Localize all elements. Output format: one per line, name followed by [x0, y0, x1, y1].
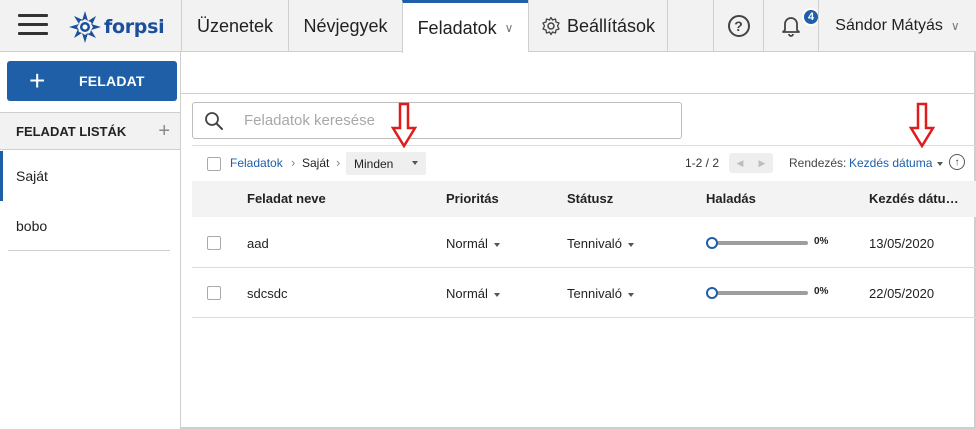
column-header-name[interactable]: Feladat neve [247, 191, 326, 206]
sort-direction-arrow-up-icon[interactable]: ↑ [949, 154, 965, 170]
start-date: 13/05/2020 [869, 236, 935, 251]
table-row[interactable]: aad Normál Tennivaló 0% 13/05/2020 [192, 218, 976, 268]
logo-text: forpsi [104, 16, 165, 38]
tab-label: Beállítások [566, 15, 656, 36]
task-lists-header: FELADAT LISTÁK + [0, 112, 180, 150]
divider [8, 250, 170, 251]
divider [192, 145, 976, 146]
next-page-icon[interactable]: ▶ [759, 158, 766, 169]
question-circle-icon: ? [727, 15, 750, 37]
hamburger-menu-icon[interactable] [18, 14, 48, 38]
progress-slider[interactable] [706, 237, 810, 249]
pager-controls: ◀ ▶ [729, 153, 773, 173]
progress-percent: 0% [814, 286, 829, 297]
divider [181, 93, 976, 94]
progress-knob[interactable] [706, 287, 718, 299]
sidebar-item-label: bobo [16, 218, 48, 234]
chevron-down-icon: ∨ [950, 19, 960, 33]
bell-icon [782, 17, 800, 37]
caret-down-icon [627, 242, 634, 247]
priority-dropdown[interactable]: Normál [446, 286, 500, 301]
tab-uzenetek[interactable]: Üzenetek [181, 0, 288, 52]
table-header: Feladat neve Prioritás Státusz Haladás K… [192, 181, 976, 217]
row-checkbox[interactable] [207, 286, 221, 300]
breadcrumb-current: Saját [302, 156, 330, 170]
user-menu[interactable]: Sándor Mátyás ∨ [818, 0, 976, 52]
tab-label: Névjegyek [303, 15, 388, 36]
top-navigation-bar: forpsi Üzenetek Névjegyek Feladatok ∨ Be… [0, 0, 976, 53]
progress-track [712, 291, 808, 295]
add-task-button[interactable]: + FELADAT [7, 61, 177, 101]
search-input[interactable] [244, 112, 664, 129]
prev-page-icon[interactable]: ◀ [737, 158, 744, 169]
status-value: Tennivaló [567, 286, 622, 301]
add-task-label: FELADAT [79, 73, 145, 89]
status-value: Tennivaló [567, 236, 622, 251]
sidebar-item-label: Saját [16, 168, 48, 184]
filter-dropdown[interactable]: Minden [346, 152, 426, 175]
tab-beallitasok[interactable]: Beállítások [528, 0, 668, 52]
sidebar-item-sajat[interactable]: Saját [0, 151, 180, 201]
progress-slider[interactable] [706, 287, 810, 299]
caret-down-icon [412, 161, 418, 165]
task-name[interactable]: aad [247, 236, 269, 251]
notifications-button[interactable]: 4 [763, 0, 820, 52]
search-icon [205, 111, 223, 130]
priority-value: Normál [446, 236, 488, 251]
task-lists-title: FELADAT LISTÁK [16, 123, 127, 139]
plus-icon: + [29, 65, 46, 96]
caret-down-icon[interactable] [937, 162, 943, 166]
caret-down-icon [493, 242, 500, 247]
filter-value: Minden [354, 156, 394, 171]
breadcrumb-toolbar: Feladatok › Saját › Minden 1-2 / 2 ◀ ▶ R… [192, 150, 976, 178]
progress-track [712, 241, 808, 245]
sidebar-item-bobo[interactable]: bobo [0, 201, 180, 251]
status-dropdown[interactable]: Tennivaló [567, 236, 634, 251]
select-all-checkbox[interactable] [207, 157, 221, 171]
chevron-right-icon: › [291, 155, 296, 170]
column-header-priority[interactable]: Prioritás [446, 191, 499, 206]
add-list-plus-icon[interactable]: + [158, 120, 170, 143]
status-dropdown[interactable]: Tennivaló [567, 286, 634, 301]
tab-label: Üzenetek [196, 15, 274, 36]
annotation-arrow-down-icon [391, 102, 417, 148]
tab-label: Feladatok [417, 17, 497, 38]
caret-down-icon [627, 292, 634, 297]
forpsi-star-icon [69, 11, 101, 43]
chevron-right-icon: › [336, 155, 341, 170]
user-name: Sándor Mátyás [835, 17, 943, 34]
row-checkbox[interactable] [207, 236, 221, 250]
breadcrumb-root-link[interactable]: Feladatok [230, 156, 283, 170]
column-header-status[interactable]: Státusz [567, 191, 613, 206]
annotation-arrow-down-icon [909, 102, 935, 148]
priority-value: Normál [446, 286, 488, 301]
progress-knob[interactable] [706, 237, 718, 249]
start-date: 22/05/2020 [869, 286, 935, 301]
sidebar: + FELADAT FELADAT LISTÁK + Saját bobo [0, 52, 181, 429]
progress-percent: 0% [814, 236, 829, 247]
column-header-progress[interactable]: Haladás [706, 191, 756, 206]
gear-icon [542, 16, 560, 36]
search-box[interactable] [192, 102, 682, 139]
sort-label: Rendezés: [789, 156, 847, 170]
tab-feladatok[interactable]: Feladatok ∨ [402, 0, 528, 53]
task-name[interactable]: sdcsdc [247, 286, 287, 301]
column-header-start-date[interactable]: Kezdés dátu… [869, 191, 959, 206]
tab-nevjegyek[interactable]: Névjegyek [288, 0, 402, 52]
sort-field-dropdown[interactable]: Kezdés dátuma [849, 156, 932, 170]
help-button[interactable]: ? [713, 0, 763, 52]
forpsi-logo[interactable]: forpsi [68, 10, 165, 44]
pager-range: 1-2 / 2 [685, 156, 720, 170]
chevron-down-icon: ∨ [504, 21, 514, 35]
table-row[interactable]: sdcsdc Normál Tennivaló 0% 22/05/2020 [192, 268, 976, 318]
caret-down-icon [493, 292, 500, 297]
priority-dropdown[interactable]: Normál [446, 236, 500, 251]
